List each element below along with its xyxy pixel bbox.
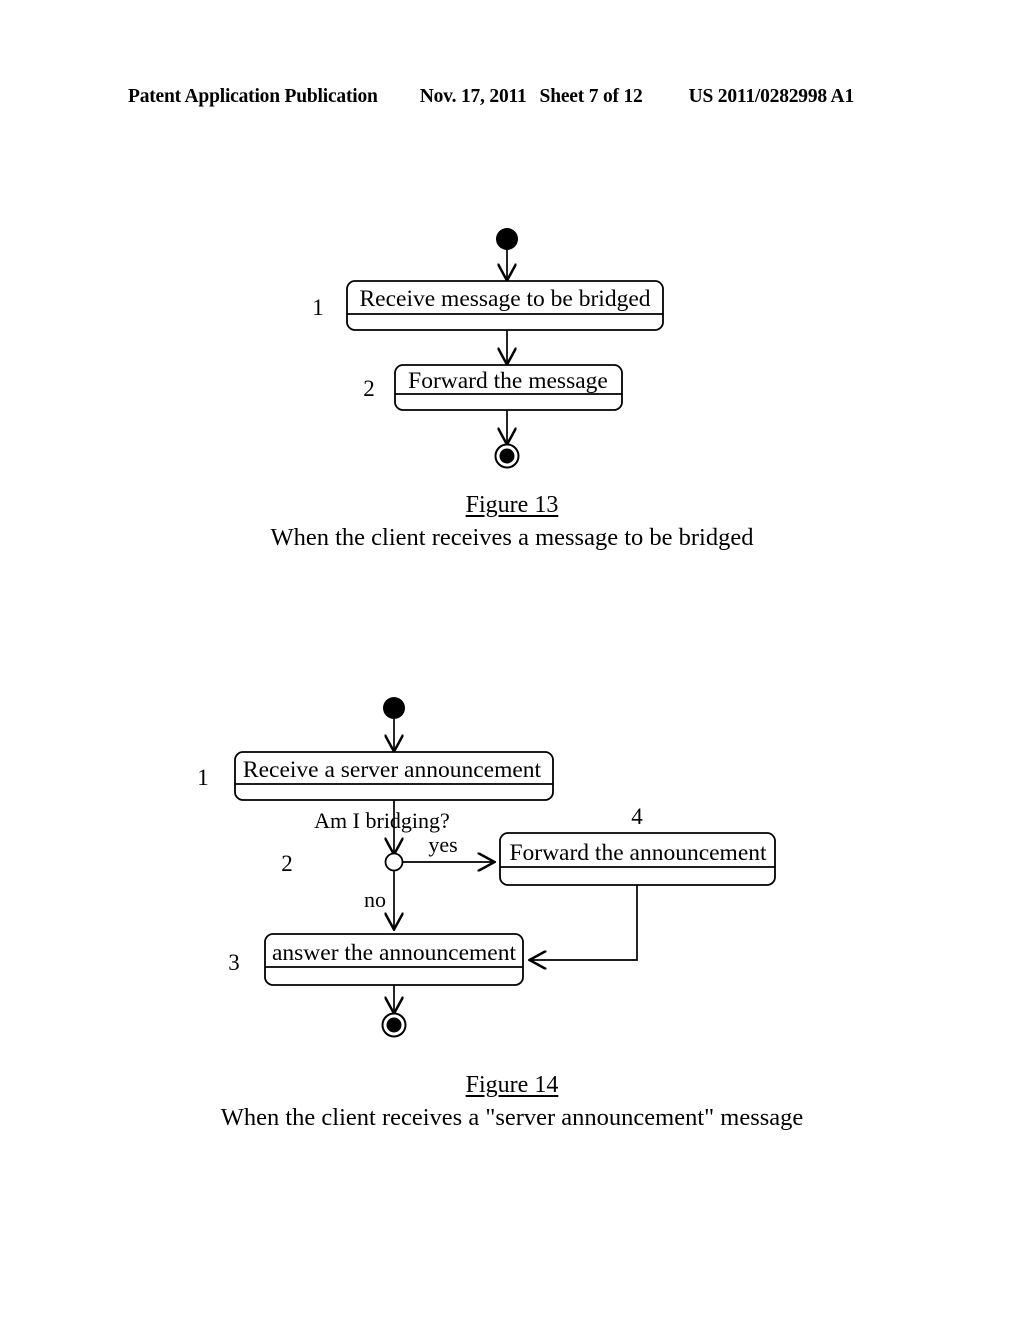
step-number-1: 1 xyxy=(197,765,209,790)
figure-14-diagram: Receive a server announcement 1 Am I bri… xyxy=(0,685,1024,1060)
header-sheet-label: Sheet 7 of 12 xyxy=(539,86,643,107)
step-number-2: 2 xyxy=(363,376,375,401)
figure-14-svg: Receive a server announcement 1 Am I bri… xyxy=(197,697,776,1038)
step-number-1: 1 xyxy=(312,295,324,320)
step-number-2: 2 xyxy=(281,851,293,876)
figure-14-caption-subtitle: When the client receives a "server annou… xyxy=(220,1104,804,1131)
end-node xyxy=(381,1012,407,1038)
figure-13-caption-subtitle: When the client receives a message to be… xyxy=(270,524,754,551)
start-node xyxy=(496,228,518,250)
activity-node-step-2: Forward the message xyxy=(394,364,623,411)
figure-13-svg: Receive message to be bridged 1 Forward … xyxy=(312,228,664,469)
figure-13-diagram: Receive message to be bridged 1 Forward … xyxy=(0,200,1024,500)
activity-node-2-label: Forward the message xyxy=(408,368,608,394)
decision-question-label: Am I bridging? xyxy=(314,808,450,833)
flow-step-4-to-step-3 xyxy=(531,885,638,960)
publication-header: Patent Application Publication Nov. 17, … xyxy=(128,86,896,114)
decision-node xyxy=(384,852,404,872)
header-date-label: Nov. 17, 2011 xyxy=(419,86,527,107)
step-number-3: 3 xyxy=(228,950,240,975)
figure-13-caption: Figure 13 When the client receives a mes… xyxy=(0,490,1024,554)
header-publication-label: Patent Application Publication xyxy=(128,86,378,107)
branch-label-no: no xyxy=(364,887,386,912)
activity-node-step-3: answer the announcement xyxy=(264,933,524,986)
figure-13-caption-title: Figure 13 xyxy=(465,492,559,518)
header-patent-number: US 2011/0282998 A1 xyxy=(688,86,855,107)
end-node-core xyxy=(499,448,515,464)
start-node xyxy=(383,697,405,719)
branch-label-yes: yes xyxy=(428,832,457,857)
figure-14-caption-title: Figure 14 xyxy=(465,1072,559,1098)
figure-14-caption: Figure 14 When the client receives a "se… xyxy=(0,1070,1024,1134)
activity-node-step-1: Receive a server announcement xyxy=(234,751,554,801)
end-node-core xyxy=(386,1017,402,1033)
patent-page: Patent Application Publication Nov. 17, … xyxy=(0,0,1024,1320)
activity-node-step-4: Forward the announcement xyxy=(499,832,776,886)
activity-node-4-label: Forward the announcement xyxy=(509,840,767,866)
activity-node-step-1: Receive message to be bridged xyxy=(346,280,664,331)
step-number-4: 4 xyxy=(631,804,643,829)
activity-node-1-label: Receive a server announcement xyxy=(243,757,542,783)
end-node xyxy=(494,443,520,469)
activity-node-1-label: Receive message to be bridged xyxy=(359,286,650,312)
activity-node-3-label: answer the announcement xyxy=(272,940,517,966)
